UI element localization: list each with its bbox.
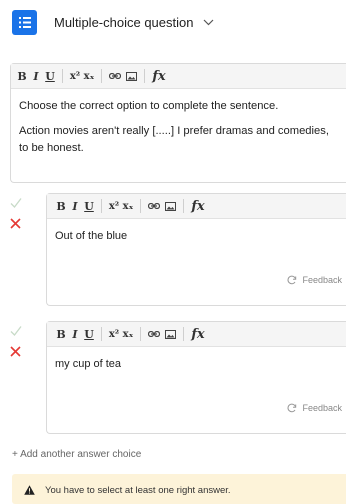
superscript-button[interactable]: x²: [107, 197, 121, 215]
chevron-down-icon[interactable]: [203, 16, 215, 28]
formula-button[interactable]: fx: [189, 197, 207, 215]
answer-text[interactable]: my cup of tea: [47, 347, 346, 381]
toolbar-divider: [101, 69, 102, 83]
underline-button[interactable]: U: [82, 325, 96, 343]
italic-button[interactable]: I: [68, 197, 82, 215]
subscript-button[interactable]: xₓ: [82, 67, 96, 85]
toolbar-divider: [62, 69, 63, 83]
mark-wrong-icon[interactable]: [10, 216, 22, 229]
warning-icon: [24, 485, 35, 495]
add-answer-choice-link[interactable]: + Add another answer choice: [12, 449, 141, 460]
question-editor[interactable]: B I U x² xₓ fx Choose the correct option…: [10, 63, 346, 183]
answer-text[interactable]: Out of the blue: [47, 219, 346, 253]
feedback-label: Feedback: [302, 275, 342, 285]
subscript-button[interactable]: xₓ: [121, 197, 135, 215]
question-type-header: Multiple-choice question: [12, 9, 215, 35]
link-icon[interactable]: [146, 325, 162, 343]
italic-button[interactable]: I: [68, 325, 82, 343]
feedback-label: Feedback: [302, 403, 342, 413]
toolbar-divider: [101, 327, 102, 341]
toolbar-divider: [101, 199, 102, 213]
superscript-button[interactable]: x²: [68, 67, 82, 85]
mark-correct-icon[interactable]: [10, 324, 22, 336]
answer-editor[interactable]: B I U x² xₓ fx my cup of tea Feedback: [46, 321, 346, 434]
formula-button[interactable]: fx: [150, 67, 168, 85]
underline-button[interactable]: U: [82, 197, 96, 215]
answer-toolbar: B I U x² xₓ fx: [47, 322, 346, 347]
subscript-button[interactable]: xₓ: [121, 325, 135, 343]
superscript-button[interactable]: x²: [107, 325, 121, 343]
mark-correct-icon[interactable]: [10, 196, 22, 208]
mark-wrong-icon[interactable]: [10, 344, 22, 357]
toolbar-divider: [140, 327, 141, 341]
question-instruction: Choose the correct option to complete th…: [19, 100, 279, 112]
toolbar-divider: [183, 199, 184, 213]
formula-button[interactable]: fx: [189, 325, 207, 343]
warning-banner: You have to select at least one right an…: [12, 474, 346, 504]
answer-choice: B I U x² xₓ fx my cup of tea Feedback: [0, 321, 346, 439]
feedback-button[interactable]: Feedback: [287, 275, 342, 285]
toolbar-divider: [183, 327, 184, 341]
feedback-button[interactable]: Feedback: [287, 403, 342, 413]
bold-button[interactable]: B: [15, 67, 29, 85]
list-icon: [12, 9, 37, 35]
bold-button[interactable]: B: [54, 197, 68, 215]
link-icon[interactable]: [146, 197, 162, 215]
answer-choice: B I U x² xₓ fx Out of the blue Feedback: [0, 193, 346, 311]
answer-toolbar: B I U x² xₓ fx: [47, 194, 346, 219]
link-icon[interactable]: [107, 67, 123, 85]
warning-text: You have to select at least one right an…: [45, 485, 231, 496]
question-text[interactable]: Choose the correct option to complete th…: [11, 89, 346, 157]
underline-button[interactable]: U: [43, 67, 57, 85]
image-icon[interactable]: [162, 197, 178, 215]
refresh-icon: [287, 403, 297, 413]
question-toolbar: B I U x² xₓ fx: [11, 64, 346, 89]
refresh-icon: [287, 275, 297, 285]
image-icon[interactable]: [162, 325, 178, 343]
toolbar-divider: [144, 69, 145, 83]
italic-button[interactable]: I: [29, 67, 43, 85]
question-type-dropdown[interactable]: Multiple-choice question: [54, 15, 193, 30]
question-sentence: Action movies aren't really [.....] I pr…: [19, 125, 329, 154]
toolbar-divider: [140, 199, 141, 213]
bold-button[interactable]: B: [54, 325, 68, 343]
image-icon[interactable]: [123, 67, 139, 85]
answer-editor[interactable]: B I U x² xₓ fx Out of the blue Feedback: [46, 193, 346, 306]
